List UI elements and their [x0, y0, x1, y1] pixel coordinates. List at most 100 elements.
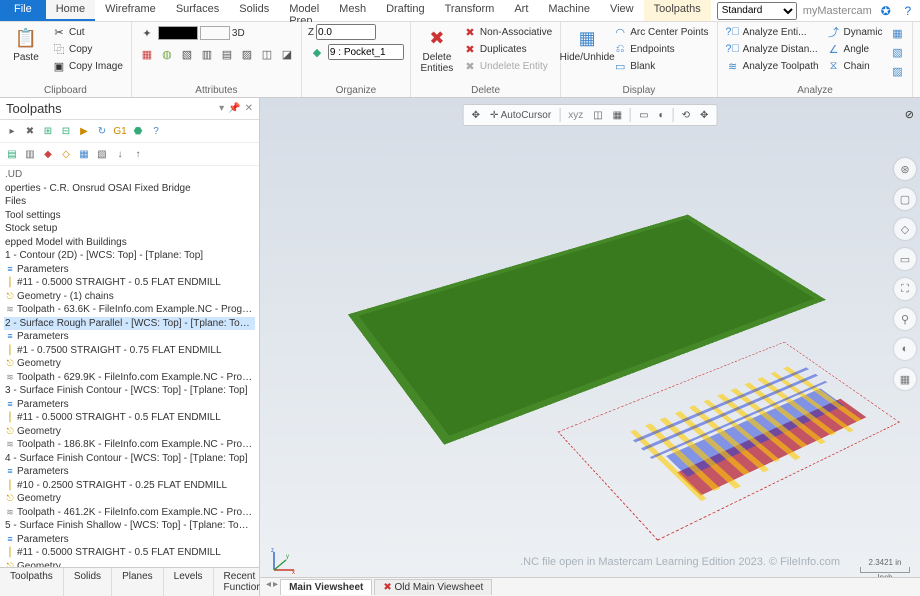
tab-wireframe[interactable]: Wireframe: [95, 0, 166, 21]
analyze-entity-button[interactable]: ?⃝Analyze Enti...: [724, 24, 821, 40]
line-weight-dropdown[interactable]: [200, 26, 230, 40]
z-input[interactable]: [316, 24, 376, 40]
tree-row[interactable]: ≡Parameters: [4, 465, 255, 479]
tree-row[interactable]: 2 - Surface Rough Parallel - [WCS: Top] …: [4, 317, 255, 331]
rail-top-icon[interactable]: ▢: [894, 188, 916, 210]
tb2-2[interactable]: ▥: [22, 146, 38, 162]
viewsheet-prev-icon[interactable]: ◂: [266, 579, 271, 595]
delete-entities-button[interactable]: ✖ Delete Entities: [417, 24, 457, 76]
vp-rotate-icon[interactable]: ⟲: [680, 110, 692, 121]
attr-icon-5[interactable]: ▤: [218, 45, 236, 63]
tree-row[interactable]: ≡Parameters: [4, 533, 255, 547]
close-icon[interactable]: ✕: [245, 103, 253, 114]
tab-drafting[interactable]: Drafting: [376, 0, 435, 21]
rail-zoom-icon[interactable]: ⚲: [894, 308, 916, 330]
tab-home[interactable]: Home: [46, 0, 95, 21]
bottom-tab-solids[interactable]: Solids: [64, 568, 112, 596]
tree-row[interactable]: ⎋Geometry: [4, 357, 255, 371]
pin-icon[interactable]: ▾: [219, 103, 224, 114]
tool-verify-icon[interactable]: ⬣: [130, 123, 146, 139]
rail-wire-icon[interactable]: ▦: [894, 368, 916, 390]
viewsheet-main[interactable]: Main Viewsheet: [280, 579, 372, 595]
attr-icon-4[interactable]: ▥: [198, 45, 216, 63]
tree-row[interactable]: ≡Parameters: [4, 330, 255, 344]
unpin-icon[interactable]: 📌: [228, 103, 240, 114]
viewsheet-next-icon[interactable]: ▸: [273, 579, 278, 595]
tool-regen-icon[interactable]: ↻: [94, 123, 110, 139]
tree-row[interactable]: ⎮#1 - 0.7500 STRAIGHT - 0.75 FLAT ENDMIL…: [4, 344, 255, 358]
rail-front-icon[interactable]: ▭: [894, 248, 916, 270]
viewsheet-old[interactable]: ✖ Old Main Viewsheet: [374, 579, 492, 595]
tab-surfaces[interactable]: Surfaces: [166, 0, 229, 21]
tool-x-icon[interactable]: ✖: [22, 123, 38, 139]
tree-row[interactable]: 5 - Surface Finish Shallow - [WCS: Top] …: [4, 519, 255, 533]
bottom-tab-toolpaths[interactable]: Toolpaths: [0, 568, 64, 596]
paste-button[interactable]: 📋 Paste: [6, 24, 46, 65]
analyze-extra-2[interactable]: ▧: [888, 43, 906, 61]
bottom-tab-planes[interactable]: Planes: [112, 568, 164, 596]
tree-row[interactable]: Stock setup: [4, 222, 255, 236]
tab-solids[interactable]: Solids: [229, 0, 279, 21]
mode-3d-button[interactable]: 3D: [232, 28, 245, 39]
tree-row[interactable]: ⎋Geometry: [4, 425, 255, 439]
tree-row[interactable]: ⎋Geometry: [4, 492, 255, 506]
viewport[interactable]: ✥ ✛ AutoCursor xyz ◫ ▦ ▭ ◐ ⟲ ✥ ⊛ ▢ ◇ ▭ ⛶…: [260, 98, 920, 596]
bottom-tab-levels[interactable]: Levels: [164, 568, 214, 596]
tab-toolpaths[interactable]: Toolpaths: [644, 0, 711, 21]
rail-shade-icon[interactable]: ◐: [894, 338, 916, 360]
tree-row[interactable]: ≡Parameters: [4, 398, 255, 412]
tree-row[interactable]: .UD: [4, 168, 255, 182]
style-dropdown[interactable]: Standard: [717, 2, 797, 20]
vp-snap-icon[interactable]: ◫: [591, 110, 604, 121]
tree-row[interactable]: Tool settings: [4, 209, 255, 223]
point-style-icon[interactable]: ✦: [138, 24, 156, 42]
tree-row[interactable]: ≋Toolpath - 629.9K - FileInfo.com Exampl…: [4, 371, 255, 385]
level-input[interactable]: [328, 44, 404, 60]
tb2-8[interactable]: ↑: [130, 146, 146, 162]
tb2-3[interactable]: ◆: [40, 146, 56, 162]
tree-row[interactable]: ≡Parameters: [4, 263, 255, 277]
tab-transform[interactable]: Transform: [435, 0, 505, 21]
analyze-distance-button[interactable]: ?⃝Analyze Distan...: [724, 41, 821, 57]
tree-row[interactable]: ⎮#11 - 0.5000 STRAIGHT - 0.5 FLAT ENDMIL…: [4, 411, 255, 425]
tool-select-icon[interactable]: ▸: [4, 123, 20, 139]
tool-play-icon[interactable]: ▶: [76, 123, 92, 139]
attr-icon-7[interactable]: ◫: [258, 45, 276, 63]
attr-icon-1[interactable]: ▦: [138, 45, 156, 63]
vp-autocursor-button[interactable]: ✛ AutoCursor: [488, 110, 553, 121]
tb2-4[interactable]: ◇: [58, 146, 74, 162]
tb2-5[interactable]: ▦: [76, 146, 92, 162]
no-symbol-icon[interactable]: ⊘: [905, 108, 914, 121]
tree-row[interactable]: Files: [4, 195, 255, 209]
duplicates-button[interactable]: ✖Duplicates: [461, 41, 554, 57]
whatsnew-icon[interactable]: ✪: [878, 3, 894, 19]
tree-row[interactable]: ⎮#10 - 0.2500 STRAIGHT - 0.25 FLAT ENDMI…: [4, 479, 255, 493]
copy-button[interactable]: ⿻Copy: [50, 41, 125, 57]
analyze-toolpath-button[interactable]: ≋Analyze Toolpath: [724, 58, 821, 74]
tb2-6[interactable]: ▧: [94, 146, 110, 162]
file-tab[interactable]: File: [0, 0, 46, 21]
non-associative-button[interactable]: ✖Non-Associative: [461, 24, 554, 40]
tab-view[interactable]: View: [600, 0, 644, 21]
tree-row[interactable]: operties - C.R. Onsrud OSAI Fixed Bridge: [4, 182, 255, 196]
tree-row[interactable]: 4 - Surface Finish Contour - [WCS: Top] …: [4, 452, 255, 466]
analyze-extra-3[interactable]: ▨: [888, 62, 906, 80]
tab-art[interactable]: Art: [504, 0, 538, 21]
vp-view-icon[interactable]: ▭: [637, 110, 650, 121]
tool-tree-icon[interactable]: ⊞: [40, 123, 56, 139]
tool-help-icon[interactable]: ?: [148, 123, 164, 139]
tab-machine[interactable]: Machine: [538, 0, 600, 21]
operations-tree[interactable]: .UDoperties - C.R. Onsrud OSAI Fixed Bri…: [0, 166, 259, 567]
tool-filter-icon[interactable]: ⊟: [58, 123, 74, 139]
tree-row[interactable]: ⎮#11 - 0.5000 STRAIGHT - 0.5 FLAT ENDMIL…: [4, 276, 255, 290]
tree-row[interactable]: ≋Toolpath - 461.2K - FileInfo.com Exampl…: [4, 506, 255, 520]
dynamic-button[interactable]: ⤴Dynamic: [825, 24, 885, 40]
tree-row[interactable]: epped Model with Buildings: [4, 236, 255, 250]
attr-icon-8[interactable]: ◪: [278, 45, 296, 63]
vp-cursor-icon[interactable]: ✥: [470, 110, 482, 121]
vp-shade-icon[interactable]: ◐: [657, 110, 667, 121]
copy-image-button[interactable]: ▣Copy Image: [50, 58, 125, 74]
line-style-dropdown[interactable]: [158, 26, 198, 40]
attr-icon-2[interactable]: ◍: [158, 45, 176, 63]
vp-xyz-icon[interactable]: xyz: [566, 110, 585, 121]
